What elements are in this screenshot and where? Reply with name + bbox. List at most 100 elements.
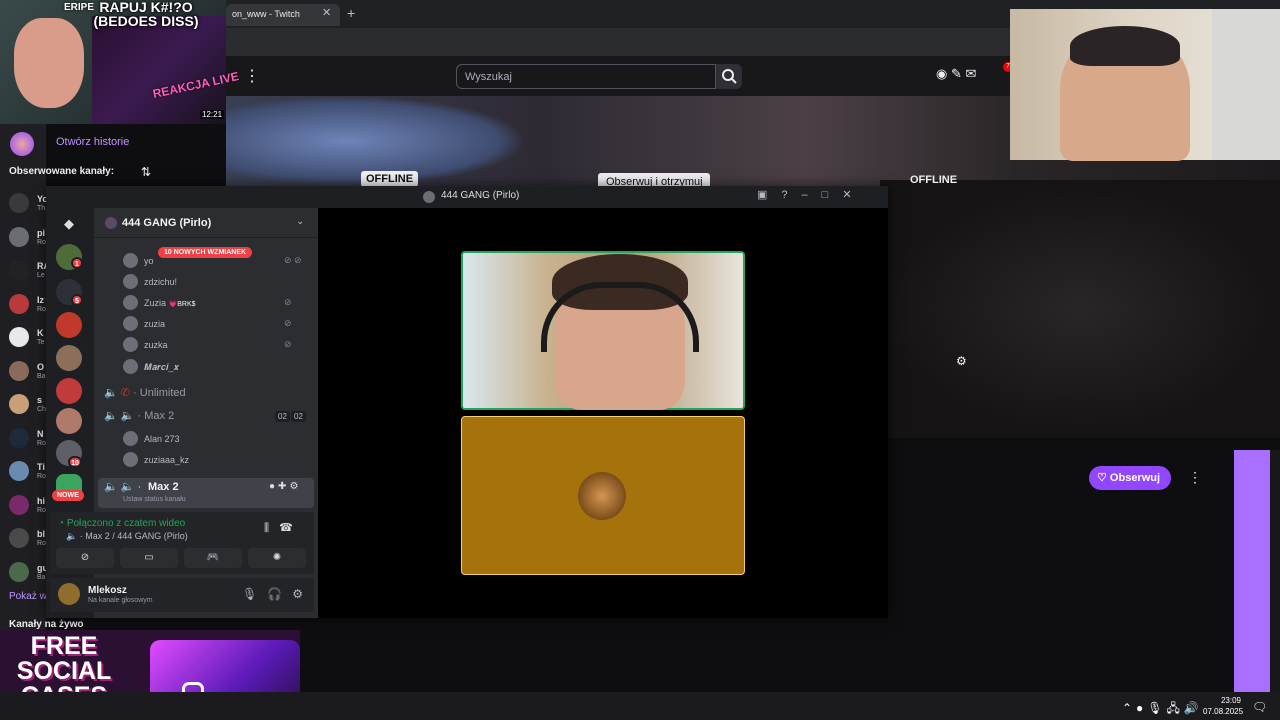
- voice-channel-unlimited[interactable]: 🔈 ✆ · Unlimited: [104, 386, 186, 399]
- sort-icon[interactable]: ⇅: [141, 165, 151, 179]
- server-icon-6[interactable]: [56, 408, 82, 434]
- voice-user-avatar: [123, 316, 138, 331]
- invite-icon[interactable]: ✚: [278, 481, 289, 492]
- window-controls[interactable]: ▣?–□✕: [757, 188, 866, 201]
- tray-clock[interactable]: 23:09 07.08.2025: [1203, 695, 1243, 717]
- channel-avatar[interactable]: [9, 260, 29, 280]
- user-avatar[interactable]: [58, 583, 80, 605]
- channel-category: Th: [37, 205, 46, 212]
- server-icon-4[interactable]: [56, 345, 82, 371]
- settings-icon[interactable]: ⚙: [956, 354, 967, 368]
- scrollbar[interactable]: [1270, 450, 1280, 692]
- signal-icon: ◔: [58, 518, 67, 529]
- channel-name[interactable]: bl: [37, 529, 45, 539]
- server-icon-3[interactable]: [56, 312, 82, 338]
- channel-category: Ro: [37, 540, 46, 547]
- offline-badge-secondary: OFFLINE: [910, 174, 958, 186]
- voice-user-name[interactable]: 𝑴𝒂𝒓𝒄𝒊_𝒙: [144, 362, 179, 373]
- channel-avatar[interactable]: [9, 494, 29, 515]
- channel-name[interactable]: O: [37, 362, 44, 372]
- channel-name[interactable]: K: [37, 328, 44, 338]
- history-link[interactable]: Otwórz historie: [56, 136, 129, 148]
- soundboard-icon: ✺: [272, 552, 282, 563]
- inbox-icon[interactable]: ▣: [757, 189, 781, 201]
- noise-suppression-icon[interactable]: ⫼: [264, 522, 279, 534]
- user-controls[interactable]: 🎙🎧⚙: [242, 587, 313, 601]
- voice-user-name[interactable]: zuzka: [144, 340, 168, 350]
- help-icon[interactable]: ?: [781, 189, 801, 201]
- live-channels-heading: Kanały na żywo: [9, 619, 84, 630]
- channel-avatar[interactable]: [9, 427, 29, 448]
- more-options-icon[interactable]: ⋮: [1188, 469, 1202, 486]
- voice-user-name[interactable]: zuziaaa_kz: [144, 455, 189, 465]
- thumbnail-art: [92, 16, 226, 124]
- channel-name[interactable]: Iz: [37, 295, 44, 305]
- header-icons[interactable]: ◉ ✎ ✉: [936, 66, 976, 82]
- microphone-icon[interactable]: 🎙: [242, 587, 267, 601]
- server-icon-5[interactable]: [56, 378, 82, 404]
- notification-center-icon[interactable]: 🗨: [1252, 700, 1267, 714]
- voice-channel-link[interactable]: 🔈 · Max 2 / 444 GANG (Pirlo): [66, 531, 188, 542]
- settings-icon[interactable]: ⚙: [292, 587, 313, 601]
- chat-icon[interactable]: ●: [269, 481, 278, 492]
- channel-name[interactable]: Ti: [37, 462, 45, 472]
- minimize-icon[interactable]: –: [802, 189, 822, 201]
- channel-name[interactable]: pi: [37, 228, 45, 238]
- channel-avatar[interactable]: [9, 360, 29, 381]
- channel-name[interactable]: s: [37, 395, 42, 405]
- prime-icon[interactable]: ◉: [936, 66, 947, 81]
- stream-shadow: [880, 180, 1280, 438]
- more-vertical-icon[interactable]: ⋮: [244, 66, 260, 86]
- new-mentions-pill[interactable]: 10 NOWYCH WZMIANEK: [158, 247, 253, 258]
- disconnect-icon[interactable]: ☎: [279, 522, 303, 534]
- headphones-icon[interactable]: 🎧: [267, 587, 292, 601]
- screen-share-button[interactable]: ▭: [120, 548, 178, 568]
- chat-collapse-bar[interactable]: [1234, 450, 1270, 692]
- activity-button[interactable]: 🎮: [184, 548, 242, 568]
- channel-action-icons[interactable]: ●✚⚙: [269, 481, 301, 492]
- channel-avatar[interactable]: [9, 561, 29, 582]
- channel-avatar[interactable]: [9, 293, 29, 314]
- channel-user-limit: 02: [291, 411, 306, 422]
- channel-name[interactable]: hi: [37, 496, 45, 506]
- voice-user-name[interactable]: Zuzia 💗BRK$: [144, 298, 196, 308]
- voice-user-name[interactable]: zdzichu!: [144, 277, 177, 287]
- tab-close-icon[interactable]: ✕: [322, 6, 331, 19]
- channel-status-prompt[interactable]: Ustaw status kanału: [123, 496, 186, 503]
- channel-avatar[interactable]: [9, 461, 29, 481]
- channel-name[interactable]: N: [37, 429, 44, 439]
- soundboard-button[interactable]: ✺: [248, 548, 306, 568]
- gear-icon[interactable]: ⚙: [289, 481, 301, 492]
- channel-avatar[interactable]: [9, 327, 29, 347]
- discord-home-icon[interactable]: ◆: [58, 213, 80, 235]
- voice-user-name[interactable]: zuzia: [144, 319, 165, 329]
- tray-icons[interactable]: ⌃●🎙🖧🔊: [1122, 699, 1203, 720]
- show-more-link[interactable]: Pokaż w: [9, 591, 47, 602]
- new-tab-icon[interactable]: +: [347, 5, 355, 21]
- channel-avatar[interactable]: [9, 394, 29, 414]
- thumbnail-title-line1: RAPUJ K#!?O: [99, 0, 193, 15]
- channel-avatar[interactable]: [9, 226, 29, 247]
- channel-category: Le: [37, 272, 45, 279]
- voice-channel-max2[interactable]: 🔈 🔈 · Max 2: [104, 409, 174, 422]
- search-input[interactable]: Wyszukaj: [456, 64, 716, 89]
- channel-category: Ro: [37, 238, 46, 246]
- close-icon[interactable]: ✕: [842, 189, 865, 201]
- search-button[interactable]: [716, 64, 742, 89]
- voice-panel-icons[interactable]: ⫼☎: [264, 521, 303, 535]
- heart-icon: ♡: [1097, 472, 1110, 484]
- inbox-icon[interactable]: ✉: [966, 66, 977, 81]
- chevron-down-icon[interactable]: ⌄: [296, 216, 304, 227]
- camera-off-button[interactable]: ⊘: [56, 548, 114, 568]
- muted-icons: ⊘ ⊘: [284, 255, 302, 265]
- user-name[interactable]: Mlekosz: [88, 585, 127, 596]
- channel-avatar[interactable]: [9, 528, 29, 548]
- gamepad-icon: 🎮: [206, 552, 220, 563]
- channel-avatar[interactable]: [9, 193, 29, 213]
- follow-button[interactable]: ♡ Obserwuj: [1089, 466, 1171, 490]
- history-avatar: [10, 132, 34, 156]
- drops-icon[interactable]: ✎: [951, 66, 962, 81]
- channel-category: Ro: [37, 473, 46, 480]
- maximize-icon[interactable]: □: [822, 189, 843, 201]
- voice-user-name[interactable]: Alan 273: [144, 434, 180, 444]
